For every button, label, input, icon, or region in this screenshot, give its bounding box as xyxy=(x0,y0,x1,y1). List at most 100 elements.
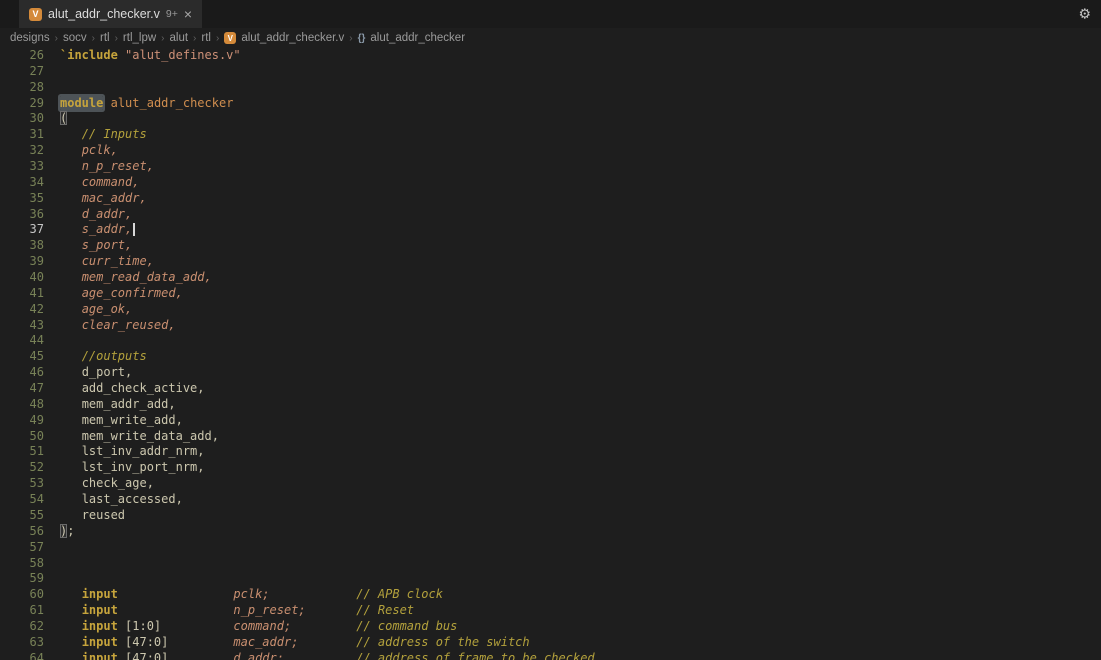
code-line[interactable]: 56); xyxy=(0,524,1101,540)
code-line[interactable]: 46 d_port, xyxy=(0,365,1101,381)
breadcrumb-item-rtl[interactable]: rtl xyxy=(100,32,110,44)
line-number[interactable]: 46 xyxy=(0,365,44,381)
code-line[interactable]: 42 age_ok, xyxy=(0,302,1101,318)
code-line[interactable]: 35 mac_addr, xyxy=(0,191,1101,207)
code-line[interactable]: 60 input pclk; // APB clock xyxy=(0,587,1101,603)
line-number[interactable]: 57 xyxy=(0,540,44,556)
code-editor[interactable]: 26`include "alut_defines.v"272829module … xyxy=(0,48,1101,660)
code-line[interactable]: 53 check_age, xyxy=(0,476,1101,492)
code-line[interactable]: 50 mem_write_data_add, xyxy=(0,429,1101,445)
line-number[interactable]: 50 xyxy=(0,429,44,445)
code-line[interactable]: 47 add_check_active, xyxy=(0,381,1101,397)
line-number[interactable]: 36 xyxy=(0,207,44,223)
line-number[interactable]: 30 xyxy=(0,111,44,127)
line-number[interactable]: 29 xyxy=(0,96,44,112)
code-line[interactable]: 27 xyxy=(0,64,1101,80)
line-number[interactable]: 40 xyxy=(0,270,44,286)
line-number[interactable]: 47 xyxy=(0,381,44,397)
line-number[interactable]: 63 xyxy=(0,635,44,651)
line-number[interactable]: 34 xyxy=(0,175,44,191)
code-line[interactable]: 45 //outputs xyxy=(0,349,1101,365)
breadcrumb-item-file[interactable]: alut_addr_checker.v xyxy=(241,32,344,44)
code-line[interactable]: 32 pclk, xyxy=(0,143,1101,159)
line-number[interactable]: 42 xyxy=(0,302,44,318)
breadcrumb-item-alut[interactable]: alut xyxy=(170,32,189,44)
code-line[interactable]: 31 // Inputs xyxy=(0,127,1101,143)
breadcrumb-item-rtl-lpw[interactable]: rtl_lpw xyxy=(123,32,156,44)
close-icon[interactable]: × xyxy=(184,7,192,21)
line-number[interactable]: 49 xyxy=(0,413,44,429)
code-line[interactable]: 40 mem_read_data_add, xyxy=(0,270,1101,286)
code-line[interactable]: 57 xyxy=(0,540,1101,556)
code-line[interactable]: 55 reused xyxy=(0,508,1101,524)
code-line[interactable]: 51 lst_inv_addr_nrm, xyxy=(0,444,1101,460)
code-line[interactable]: 48 mem_addr_add, xyxy=(0,397,1101,413)
code-line[interactable]: 59 xyxy=(0,571,1101,587)
line-number[interactable]: 26 xyxy=(0,48,44,64)
line-number[interactable]: 45 xyxy=(0,349,44,365)
code-line-text: add_check_active, xyxy=(60,381,205,397)
code-line[interactable]: 61 input n_p_reset; // Reset xyxy=(0,603,1101,619)
code-line[interactable]: 64 input [47:0] d_addr; // address of fr… xyxy=(0,651,1101,660)
line-number[interactable]: 37 xyxy=(0,222,44,238)
code-line[interactable]: 44 xyxy=(0,333,1101,349)
line-number[interactable]: 44 xyxy=(0,333,44,349)
code-line-text: reused xyxy=(60,508,125,524)
code-line[interactable]: 37 s_addr, xyxy=(0,222,1101,238)
line-number[interactable]: 48 xyxy=(0,397,44,413)
code-line[interactable]: 62 input [1:0] command; // command bus xyxy=(0,619,1101,635)
line-number[interactable]: 58 xyxy=(0,556,44,572)
breadcrumb-item-socv[interactable]: socv xyxy=(63,32,87,44)
line-number[interactable]: 59 xyxy=(0,571,44,587)
breadcrumb-item-rtl-2[interactable]: rtl xyxy=(201,32,211,44)
line-number[interactable]: 35 xyxy=(0,191,44,207)
line-number[interactable]: 51 xyxy=(0,444,44,460)
line-number[interactable]: 62 xyxy=(0,619,44,635)
code-token: pclk; xyxy=(233,587,269,601)
line-number[interactable]: 64 xyxy=(0,651,44,660)
line-number[interactable]: 53 xyxy=(0,476,44,492)
line-number[interactable]: 32 xyxy=(0,143,44,159)
code-line-text: input pclk; // APB clock xyxy=(60,587,443,603)
line-number[interactable]: 31 xyxy=(0,127,44,143)
line-number[interactable]: 56 xyxy=(0,524,44,540)
code-line[interactable]: 52 lst_inv_port_nrm, xyxy=(0,460,1101,476)
code-line[interactable]: 33 n_p_reset, xyxy=(0,159,1101,175)
code-line[interactable]: 38 s_port, xyxy=(0,238,1101,254)
code-token: // APB clock xyxy=(356,587,443,601)
code-line[interactable]: 30( xyxy=(0,111,1101,127)
code-line[interactable]: 39 curr_time, xyxy=(0,254,1101,270)
code-line-text: mem_addr_add, xyxy=(60,397,176,413)
line-number[interactable]: 41 xyxy=(0,286,44,302)
line-number[interactable]: 39 xyxy=(0,254,44,270)
code-area[interactable]: 26`include "alut_defines.v"272829module … xyxy=(0,48,1101,660)
line-number[interactable]: 33 xyxy=(0,159,44,175)
code-line[interactable]: 43 clear_reused, xyxy=(0,318,1101,334)
line-number[interactable]: 55 xyxy=(0,508,44,524)
code-line[interactable]: 34 command, xyxy=(0,175,1101,191)
code-line[interactable]: 54 last_accessed, xyxy=(0,492,1101,508)
line-number[interactable]: 27 xyxy=(0,64,44,80)
code-line[interactable]: 26`include "alut_defines.v" xyxy=(0,48,1101,64)
chevron-right-icon: › xyxy=(161,33,164,44)
line-number[interactable]: 54 xyxy=(0,492,44,508)
code-line[interactable]: 29module alut_addr_checker xyxy=(0,96,1101,112)
line-number[interactable]: 61 xyxy=(0,603,44,619)
breadcrumb-item-symbol[interactable]: alut_addr_checker xyxy=(370,32,465,44)
line-number[interactable]: 52 xyxy=(0,460,44,476)
gear-icon[interactable]: ⚙ xyxy=(1078,6,1091,23)
code-line[interactable]: 41 age_confirmed, xyxy=(0,286,1101,302)
code-line-text: input n_p_reset; // Reset xyxy=(60,603,414,619)
line-number[interactable]: 38 xyxy=(0,238,44,254)
breadcrumb-item-designs[interactable]: designs xyxy=(10,32,50,44)
code-line[interactable]: 63 input [47:0] mac_addr; // address of … xyxy=(0,635,1101,651)
code-line[interactable]: 58 xyxy=(0,556,1101,572)
line-number[interactable]: 60 xyxy=(0,587,44,603)
code-line[interactable]: 49 mem_write_add, xyxy=(0,413,1101,429)
code-line[interactable]: 28 xyxy=(0,80,1101,96)
line-number[interactable]: 43 xyxy=(0,318,44,334)
code-line[interactable]: 36 d_addr, xyxy=(0,207,1101,223)
tab-alut-addr-checker[interactable]: V alut_addr_checker.v 9+ × xyxy=(19,0,202,28)
code-token: age_confirmed, xyxy=(82,286,183,300)
line-number[interactable]: 28 xyxy=(0,80,44,96)
